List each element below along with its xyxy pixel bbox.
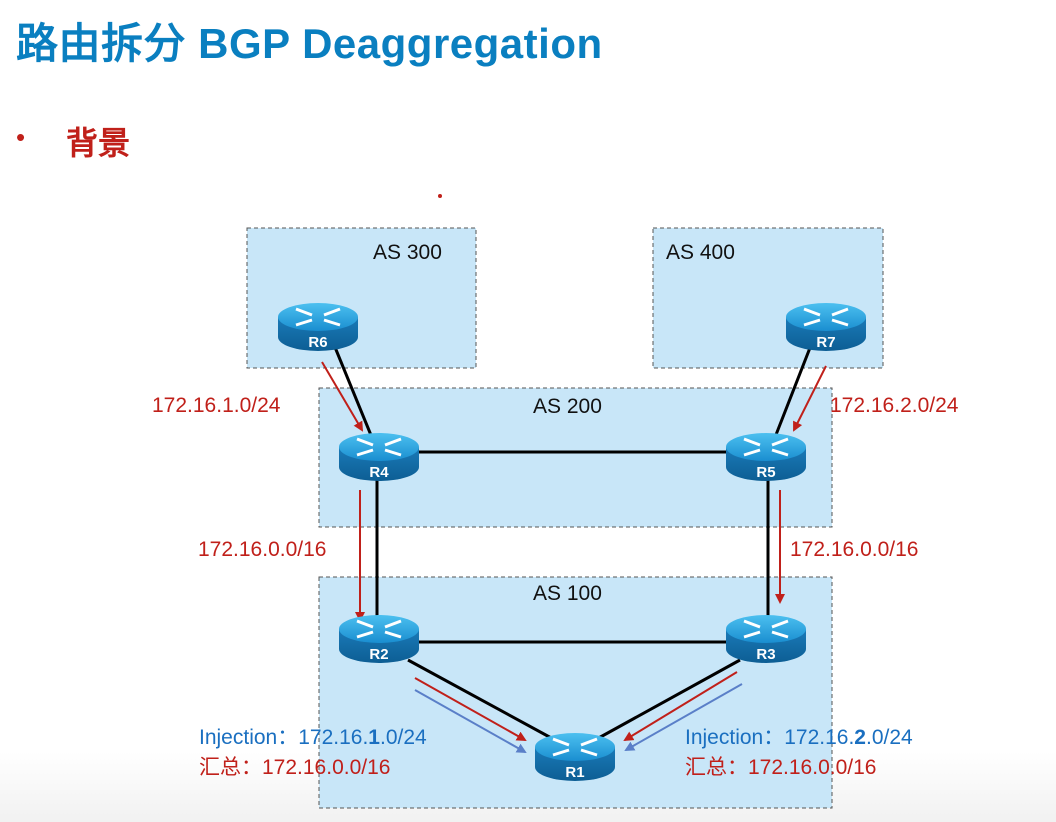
router-label: R2 [369,646,388,663]
router-r4-icon[interactable]: R4 [337,431,421,483]
router-label: R6 [308,334,327,351]
router-label: R4 [369,464,389,481]
right-summary-note: 汇总：172.16.0.0/16 [685,756,876,779]
router-label: R5 [756,464,775,481]
router-r3-icon[interactable]: R3 [724,613,808,665]
router-label: R3 [756,646,775,663]
router-r2-icon[interactable]: R2 [337,613,421,665]
router-r7-icon[interactable]: R7 [784,301,868,353]
network-diagram: AS 300 AS 400 AS 200 AS 100 R6 R7 R4 R5 … [152,194,959,809]
right-injection-note: Injection：172.16.2.0/24 [685,726,913,749]
router-r6-icon[interactable]: R6 [276,301,360,353]
left-injection-note: Injection：172.16.1.0/24 [199,726,427,749]
route-label-r5-r3: 172.16.0.0/16 [790,538,918,561]
route-label-r7-r5: 172.16.2.0/24 [830,394,959,417]
as200-label: AS 200 [533,395,602,418]
router-r5-icon[interactable]: R5 [724,431,808,483]
router-label: R7 [816,334,835,351]
router-r1-icon[interactable]: R1 [533,731,617,783]
route-label-r6-r4: 172.16.1.0/24 [152,394,281,417]
as300-label: AS 300 [373,241,442,264]
as100-label: AS 100 [533,582,602,605]
as400-label: AS 400 [666,241,735,264]
router-label: R1 [565,764,584,781]
red-dot [438,194,442,198]
left-summary-note: 汇总：172.16.0.0/16 [199,756,390,779]
route-label-r4-r2: 172.16.0.0/16 [198,538,326,561]
